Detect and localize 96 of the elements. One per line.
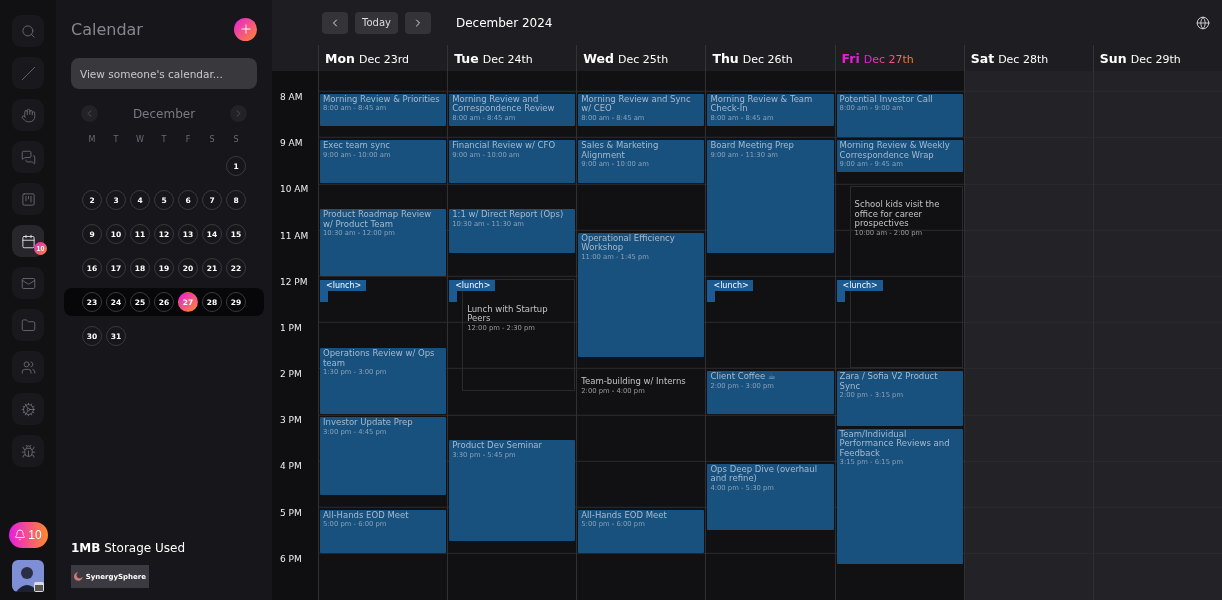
week-title: December 2024: [455, 15, 553, 30]
weekday-name: Sun: [1099, 50, 1127, 66]
event-title: Exec team sync: [323, 141, 392, 151]
next-month-button[interactable]: [230, 105, 247, 122]
hour-label: 6 PM: [279, 553, 303, 566]
hour-label: 11 AM: [279, 230, 310, 243]
hour-label: 5 PM: [279, 507, 303, 520]
today-button[interactable]: Today: [355, 11, 398, 34]
day-date: Dec 23rd: [358, 52, 410, 66]
event-title: School kids visit the office for career prospectives: [854, 200, 941, 229]
hour-label: 10 AM: [279, 184, 310, 197]
event-title: Financial Review w/ CFO: [452, 141, 557, 151]
event-title: Team-building w/ Interns: [581, 377, 687, 387]
event-title: All-Hands EOD Meet: [323, 510, 410, 521]
weekday-name: Fri: [841, 50, 860, 66]
previous-month-button[interactable]: [81, 105, 98, 122]
lunch-tag[interactable]: <lunch>: [707, 279, 754, 302]
day-date: Dec 24th: [482, 52, 533, 66]
event-title: 1:1 w/ Direct Report (Ops): [452, 210, 565, 220]
weekday-name: Tue: [454, 50, 479, 66]
event-title: Morning Review & Team Check-In: [710, 94, 814, 114]
day-date: Dec 26th: [742, 52, 793, 66]
globe-icon[interactable]: [1196, 15, 1210, 30]
event-title: Team/Individual Performance Reviews and Feedback: [839, 429, 951, 459]
weekday-letter: T: [112, 134, 120, 144]
weekday-letter: F: [184, 134, 192, 144]
rail-button[interactable]: [12, 435, 44, 467]
gear-icon: [20, 401, 36, 417]
event-title: Sales & Marketing Alignment: [581, 141, 660, 161]
event-title: Lunch with Startup Peers: [467, 304, 549, 324]
hour-label: 4 PM: [279, 461, 303, 474]
day-date: Dec 25th: [618, 52, 669, 66]
event-title: Morning Review and Sync w/ CEO: [581, 94, 692, 114]
weekday-name: Mon: [325, 50, 355, 66]
event-title: Operations Review w/ Ops team: [323, 349, 436, 369]
event-title: Morning Review and Correspondence Review: [452, 94, 556, 114]
bell-icon: [14, 529, 27, 541]
rail-button[interactable]: [12, 99, 44, 131]
storage-text: 1MB Storage Used: [71, 541, 187, 555]
hour-label: 1 PM: [279, 322, 303, 335]
event-title: All-Hands EOD Meet: [581, 510, 668, 521]
rail-button[interactable]: [12, 309, 44, 341]
event-title: Operational Efficiency Workshop: [581, 233, 676, 253]
avatar[interactable]: [12, 560, 44, 592]
users-icon: [20, 359, 36, 375]
lunch-tag[interactable]: <lunch>: [320, 279, 366, 302]
event-title: Morning Review & Weekly Correspondence Wrap: [839, 141, 951, 161]
calendar-icon: [20, 233, 36, 249]
plus-icon: [238, 22, 253, 36]
lunch-tag[interactable]: <lunch>: [836, 279, 883, 302]
weekday-letter: W: [135, 134, 145, 144]
bug-icon: [20, 443, 36, 459]
rail-button[interactable]: [12, 267, 44, 299]
day-date: Dec 27th: [863, 52, 914, 66]
event-title: Potential Investor Call: [839, 94, 934, 105]
search-icon: [20, 23, 36, 39]
hour-label: 12 PM: [279, 276, 309, 289]
event-title: Client Coffee ☕: [710, 372, 777, 382]
weekday-name: Sat: [970, 50, 995, 66]
day-date: Dec 29th: [1130, 52, 1181, 66]
weekday-letter: S: [208, 134, 216, 144]
event-title: Investor Update Prep: [323, 418, 414, 428]
day-date: Dec 28th: [998, 52, 1049, 66]
weekday-name: Thu: [712, 50, 739, 66]
previous-week-button[interactable]: [322, 11, 348, 34]
event-title: Ops Deep Dive (overhaul and refine): [710, 464, 819, 484]
hand-icon: [20, 107, 36, 123]
folder-icon: [20, 317, 36, 333]
weekday-name: Wed: [583, 50, 615, 66]
next-week-button[interactable]: [404, 11, 431, 34]
hour-label: 8 AM: [279, 91, 304, 104]
event-title: Product Dev Seminar: [452, 441, 543, 451]
month-label: December: [132, 106, 196, 121]
event-title: Board Meeting Prep: [710, 141, 795, 151]
board-icon: [20, 191, 36, 207]
lunch-tag[interactable]: <lunch>: [449, 279, 496, 302]
chat-icon: [20, 149, 36, 165]
add-button[interactable]: [234, 17, 257, 41]
hour-label: 3 PM: [279, 415, 303, 428]
weekday-letter: T: [160, 134, 168, 144]
panel-title: Calendar: [71, 19, 143, 39]
hour-label: 2 PM: [279, 369, 303, 382]
weekday-letter: S: [232, 134, 240, 144]
search-field[interactable]: View someone's calendar...: [71, 58, 257, 89]
event-title: Zara / Sofia V2 Product Sync: [839, 372, 939, 392]
rail-button[interactable]: [12, 141, 44, 173]
hour-label: 9 AM: [279, 138, 304, 151]
rail-button[interactable]: [12, 393, 44, 425]
mail-icon: [20, 275, 36, 291]
event-title: Morning Review & Priorities: [323, 94, 441, 105]
rail-button[interactable]: [12, 183, 44, 215]
weekday-letter: M: [87, 134, 97, 144]
rail-button[interactable]: [12, 351, 44, 383]
event-title: Product Roadmap Review w/ Product Team: [323, 210, 433, 230]
rail-button[interactable]: [12, 15, 44, 47]
slash-icon: [20, 65, 36, 81]
